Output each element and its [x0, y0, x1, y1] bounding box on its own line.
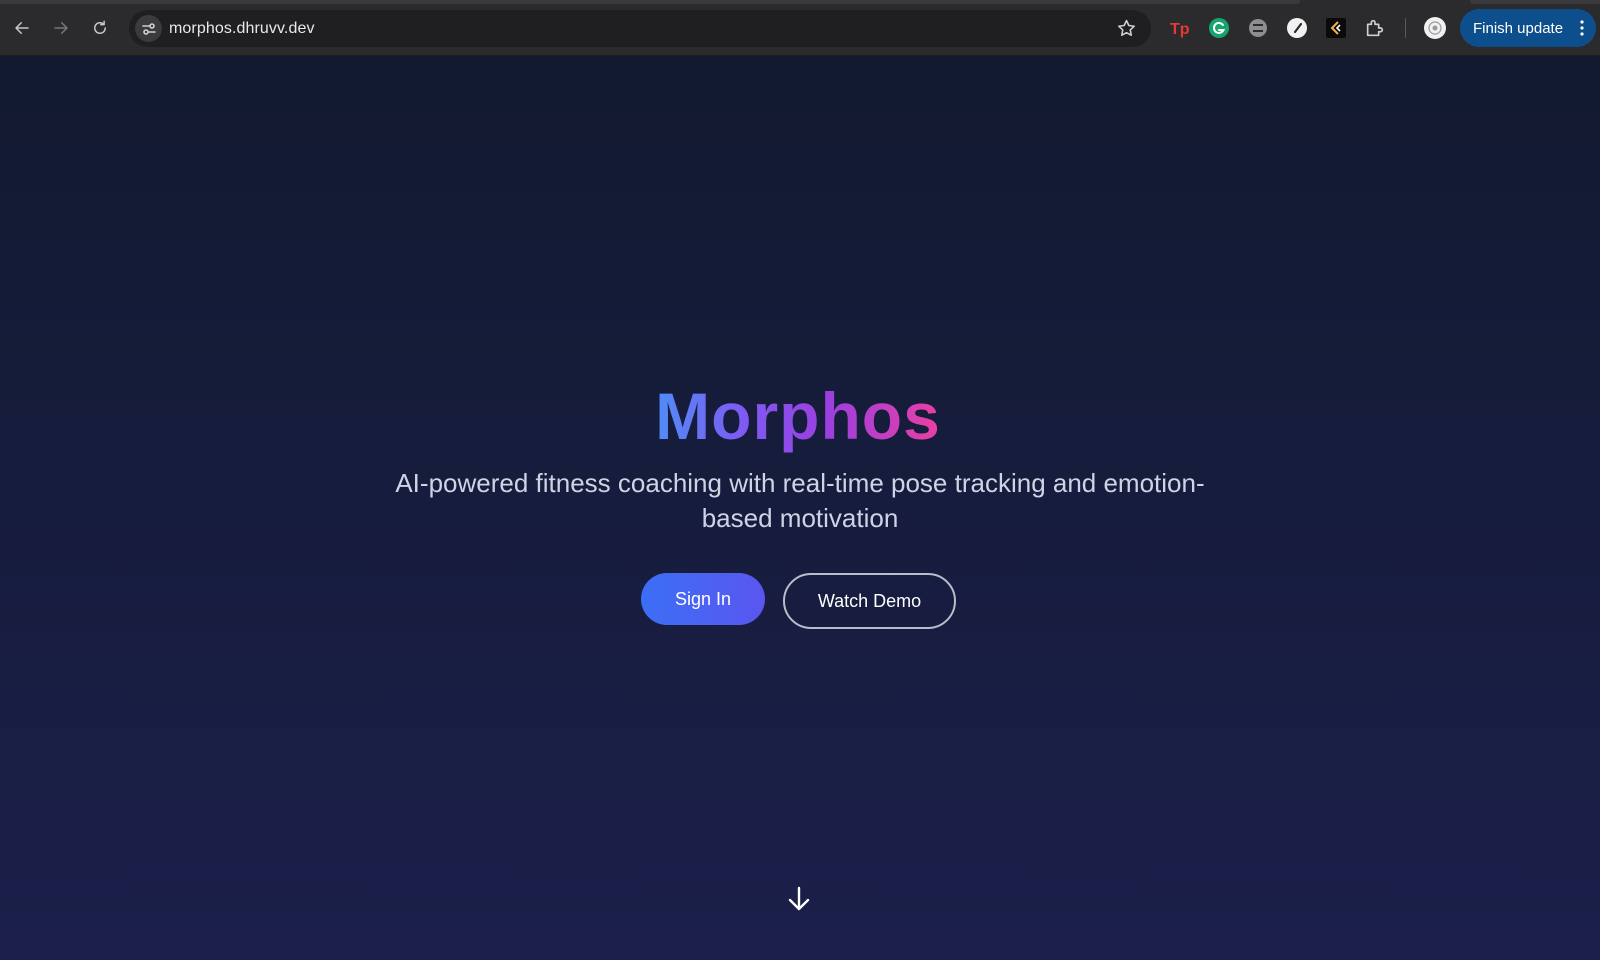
- tab-strip-edge: [0, 0, 1300, 4]
- site-settings-button[interactable]: [135, 15, 162, 42]
- dark-extension[interactable]: [1324, 16, 1348, 40]
- finish-update-button[interactable]: Finish update: [1460, 9, 1596, 47]
- profile-button[interactable]: [1423, 16, 1447, 40]
- hero-subtitle: AI-powered fitness coaching with real-ti…: [395, 468, 1205, 533]
- address-bar[interactable]: morphos.dhruvv.dev: [129, 10, 1151, 47]
- dark-extension-icon: [1326, 18, 1346, 38]
- compass-extension[interactable]: [1285, 16, 1309, 40]
- sign-in-button[interactable]: Sign In: [641, 573, 765, 625]
- blocker-extension-icon: [1249, 19, 1267, 37]
- finish-update-label: Finish update: [1473, 19, 1564, 37]
- url-text[interactable]: morphos.dhruvv.dev: [169, 20, 315, 38]
- tab-strip-edge-right: [1470, 0, 1600, 4]
- forward-arrow-icon: [54, 22, 68, 34]
- grammarly-extension-icon: [1209, 18, 1229, 38]
- watch-demo-button[interactable]: Watch Demo: [783, 573, 956, 629]
- puzzle-extensions-icon: [1366, 19, 1384, 37]
- toolbar-divider: [1405, 18, 1406, 38]
- tune-icon: [141, 22, 156, 35]
- typingpro-extension[interactable]: Tp: [1168, 16, 1192, 40]
- avatar-icon: [1424, 17, 1446, 39]
- extensions-button[interactable]: [1363, 16, 1387, 40]
- compass-extension-icon: [1287, 18, 1307, 38]
- reload-icon: [94, 20, 106, 34]
- forward-button[interactable]: [47, 14, 75, 42]
- blocker-extension[interactable]: [1246, 16, 1270, 40]
- typingpro-extension-icon: Tp: [1170, 21, 1190, 38]
- svg-text:Tp: Tp: [1170, 21, 1190, 38]
- browser-toolbar: morphos.dhruvv.dev Tp Finish update: [0, 0, 1600, 56]
- more-vert-icon: [1580, 20, 1584, 36]
- grammarly-extension[interactable]: [1207, 16, 1231, 40]
- landing-page: Morphos AI-powered fitness coaching with…: [0, 56, 1600, 960]
- brand-title: Morphos: [653, 378, 943, 454]
- back-arrow-icon: [15, 22, 29, 34]
- reload-button[interactable]: [86, 14, 114, 42]
- star-icon[interactable]: [1116, 18, 1137, 39]
- back-button[interactable]: [8, 14, 36, 42]
- arrow-down-icon[interactable]: [786, 885, 812, 913]
